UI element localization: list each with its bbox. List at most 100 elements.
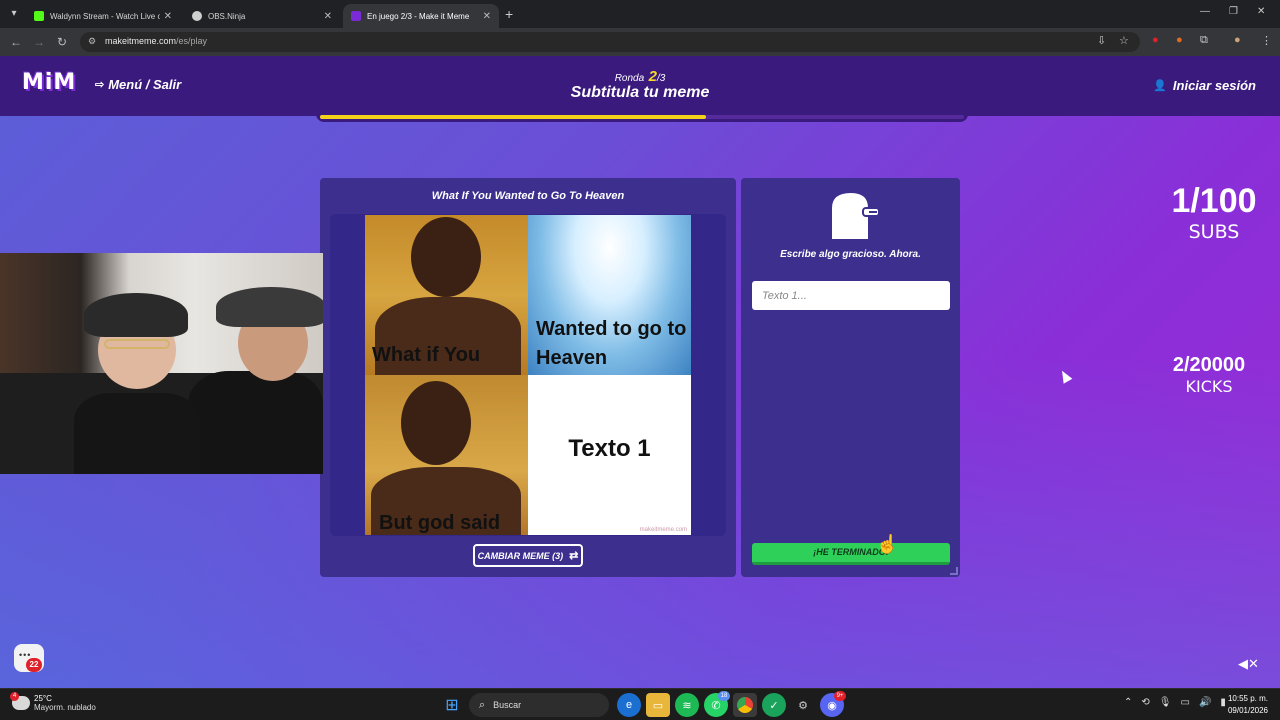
- steam-icon[interactable]: ⚙: [791, 693, 815, 717]
- close-tab-icon[interactable]: ✕: [324, 11, 332, 22]
- streamer-2-hat: [216, 287, 323, 327]
- close-tab-icon[interactable]: ✕: [164, 11, 172, 22]
- weather-alert-badge: 4: [10, 692, 19, 701]
- tab-search-icon[interactable]: ▾: [6, 6, 22, 22]
- figure-head: [401, 381, 471, 465]
- close-tab-icon[interactable]: ✕: [483, 11, 491, 22]
- figure-head: [411, 217, 481, 297]
- close-window-icon[interactable]: ✕: [1257, 6, 1265, 17]
- microphone-icon[interactable]: 🎙: [1159, 697, 1172, 708]
- extension-red-icon[interactable]: ●: [1152, 34, 1159, 46]
- cloud-icon: 4: [10, 692, 30, 710]
- tab-obs-ninja[interactable]: OBS.Ninja ✕: [184, 4, 340, 28]
- tab-title: En juego 2/3 - Make it Meme: [367, 11, 470, 21]
- caption-input[interactable]: [752, 281, 950, 310]
- caption-panel: Escribe algo gracioso. Ahora. ¡HE TERMIN…: [741, 178, 960, 577]
- change-meme-button[interactable]: CAMBIAR MEME (3) ⇄: [473, 544, 583, 567]
- meme-image: What if You Wanted to go to Heaven But g…: [365, 215, 691, 535]
- mute-speaker-icon[interactable]: ◀✕: [1238, 656, 1259, 672]
- weather-widget[interactable]: 4 25°C Mayorm. nublado: [10, 692, 96, 712]
- mouse-pointer-icon: [1057, 368, 1073, 384]
- weather-condition: Mayorm. nublado: [34, 703, 96, 712]
- chrome-icon[interactable]: [733, 693, 757, 717]
- caption-prompt: Escribe algo gracioso. Ahora.: [780, 249, 921, 260]
- kick-app-icon[interactable]: ✓: [762, 693, 786, 717]
- url-path: /es/play: [176, 36, 208, 46]
- meme-caption-4: Texto 1: [568, 435, 651, 462]
- tab-title: Waldynn Stream - Watch Live o: [50, 11, 160, 21]
- minimize-icon[interactable]: —: [1200, 6, 1210, 17]
- meme-panel-1: What if You: [365, 215, 528, 375]
- chat-count-badge: 22: [26, 658, 42, 672]
- taskbar-search[interactable]: ⌕ Buscar: [469, 693, 609, 717]
- mim-logo[interactable]: MiM: [22, 70, 76, 95]
- reload-icon[interactable]: ↻: [57, 35, 67, 49]
- user-icon: 👤: [1153, 80, 1167, 92]
- meme-panel-4: Texto 1 makeitmeme.com: [528, 375, 691, 535]
- url-domain: makeitmeme.com: [105, 36, 177, 46]
- meme-panel-3: But god said: [365, 375, 528, 535]
- taskbar-clock[interactable]: 10:55 p. m. 09/01/2026: [1228, 693, 1268, 717]
- round-current: 2: [648, 68, 657, 85]
- login-button[interactable]: 👤 Iniciar sesión: [1153, 78, 1256, 93]
- search-label: Buscar: [493, 700, 522, 710]
- extensions-puzzle-icon[interactable]: ⧉: [1200, 34, 1208, 47]
- kicks-goal: 2/20000 KICKS: [1160, 354, 1258, 396]
- sync-icon[interactable]: ⟲: [1141, 697, 1149, 708]
- browser-tabbar: ▾ Waldynn Stream - Watch Live o ✕ OBS.Ni…: [0, 0, 1280, 28]
- progress-fill: [320, 115, 707, 119]
- tab-title: OBS.Ninja: [208, 11, 246, 21]
- battery-icon[interactable]: ▮: [1220, 697, 1226, 708]
- extension-orange-icon[interactable]: ●: [1176, 34, 1183, 46]
- network-icon[interactable]: ▭: [1180, 697, 1189, 708]
- page-title: Subtitula tu meme: [570, 84, 710, 101]
- chat-bubble-icon[interactable]: ••• 22: [14, 644, 44, 672]
- whatsapp-icon[interactable]: ✆ 18: [704, 691, 730, 717]
- install-app-icon[interactable]: ⇩: [1097, 34, 1106, 47]
- hand-cursor-icon: ☝: [876, 534, 899, 554]
- resize-grip-icon[interactable]: [950, 567, 958, 575]
- done-button[interactable]: ¡HE TERMINADO!: [752, 543, 950, 565]
- windows-start-icon[interactable]: ⊞: [440, 693, 464, 717]
- file-explorer-icon[interactable]: ▭: [646, 693, 670, 717]
- menu-exit-link[interactable]: ⇨ Menú / Salir: [95, 77, 181, 92]
- new-tab-icon[interactable]: +: [505, 6, 513, 22]
- meme-caption-3: But god said: [379, 512, 501, 534]
- tab-waldynn[interactable]: Waldynn Stream - Watch Live o ✕: [26, 4, 180, 28]
- clock-date: 09/01/2026: [1227, 706, 1268, 715]
- meme-panel-2: Wanted to go to Heaven: [528, 215, 691, 375]
- swap-icon: ⇄: [569, 550, 579, 562]
- exit-icon: ⇨: [95, 79, 105, 91]
- tray-overflow-icon[interactable]: ⌃: [1124, 697, 1132, 708]
- webcam-overlay: [0, 253, 323, 474]
- subs-goal: 1/100 SUBS: [1160, 182, 1268, 243]
- round-label: Ronda: [614, 73, 645, 84]
- meme-watermark: makeitmeme.com: [639, 527, 687, 533]
- restore-icon[interactable]: ❐: [1229, 6, 1238, 17]
- edge-icon[interactable]: e: [617, 693, 641, 717]
- mascot-icon: [830, 190, 880, 241]
- login-label: Iniciar sesión: [1172, 78, 1256, 93]
- subs-count: 1/100: [1171, 182, 1257, 220]
- sunglasses: [104, 339, 170, 349]
- site-info-icon[interactable]: ⚙: [88, 36, 96, 47]
- profile-avatar-icon[interactable]: ●: [1234, 34, 1241, 46]
- meme-template-title: What If You Wanted to Go To Heaven: [431, 190, 625, 202]
- bookmark-star-icon[interactable]: ☆: [1119, 34, 1129, 47]
- progress-track: [320, 115, 964, 119]
- meme-caption-1: What if You: [372, 344, 481, 366]
- round-total: /3: [656, 73, 666, 84]
- temperature: 25°C: [34, 694, 52, 703]
- taskbar-apps: ⊞ ⌕ Buscar e ▭ ≋ ✆ 18 ✓ ⚙ ◉ 9+: [440, 691, 849, 717]
- streamer-2-body: [188, 371, 323, 474]
- tab-make-it-meme[interactable]: En juego 2/3 - Make it Meme ✕: [343, 4, 499, 28]
- browser-menu-icon[interactable]: ⋮: [1261, 34, 1272, 47]
- address-bar[interactable]: ⚙ makeitmeme.com/es/play: [80, 32, 1140, 52]
- back-icon[interactable]: ←: [10, 35, 22, 49]
- forward-icon[interactable]: →: [33, 35, 45, 49]
- volume-icon[interactable]: 🔊: [1199, 697, 1211, 708]
- mim-favicon-icon: [351, 11, 361, 21]
- meme-caption-2: Wanted to go to Heaven: [536, 318, 687, 369]
- discord-icon[interactable]: ◉ 9+: [820, 691, 846, 717]
- spotify-icon[interactable]: ≋: [675, 693, 699, 717]
